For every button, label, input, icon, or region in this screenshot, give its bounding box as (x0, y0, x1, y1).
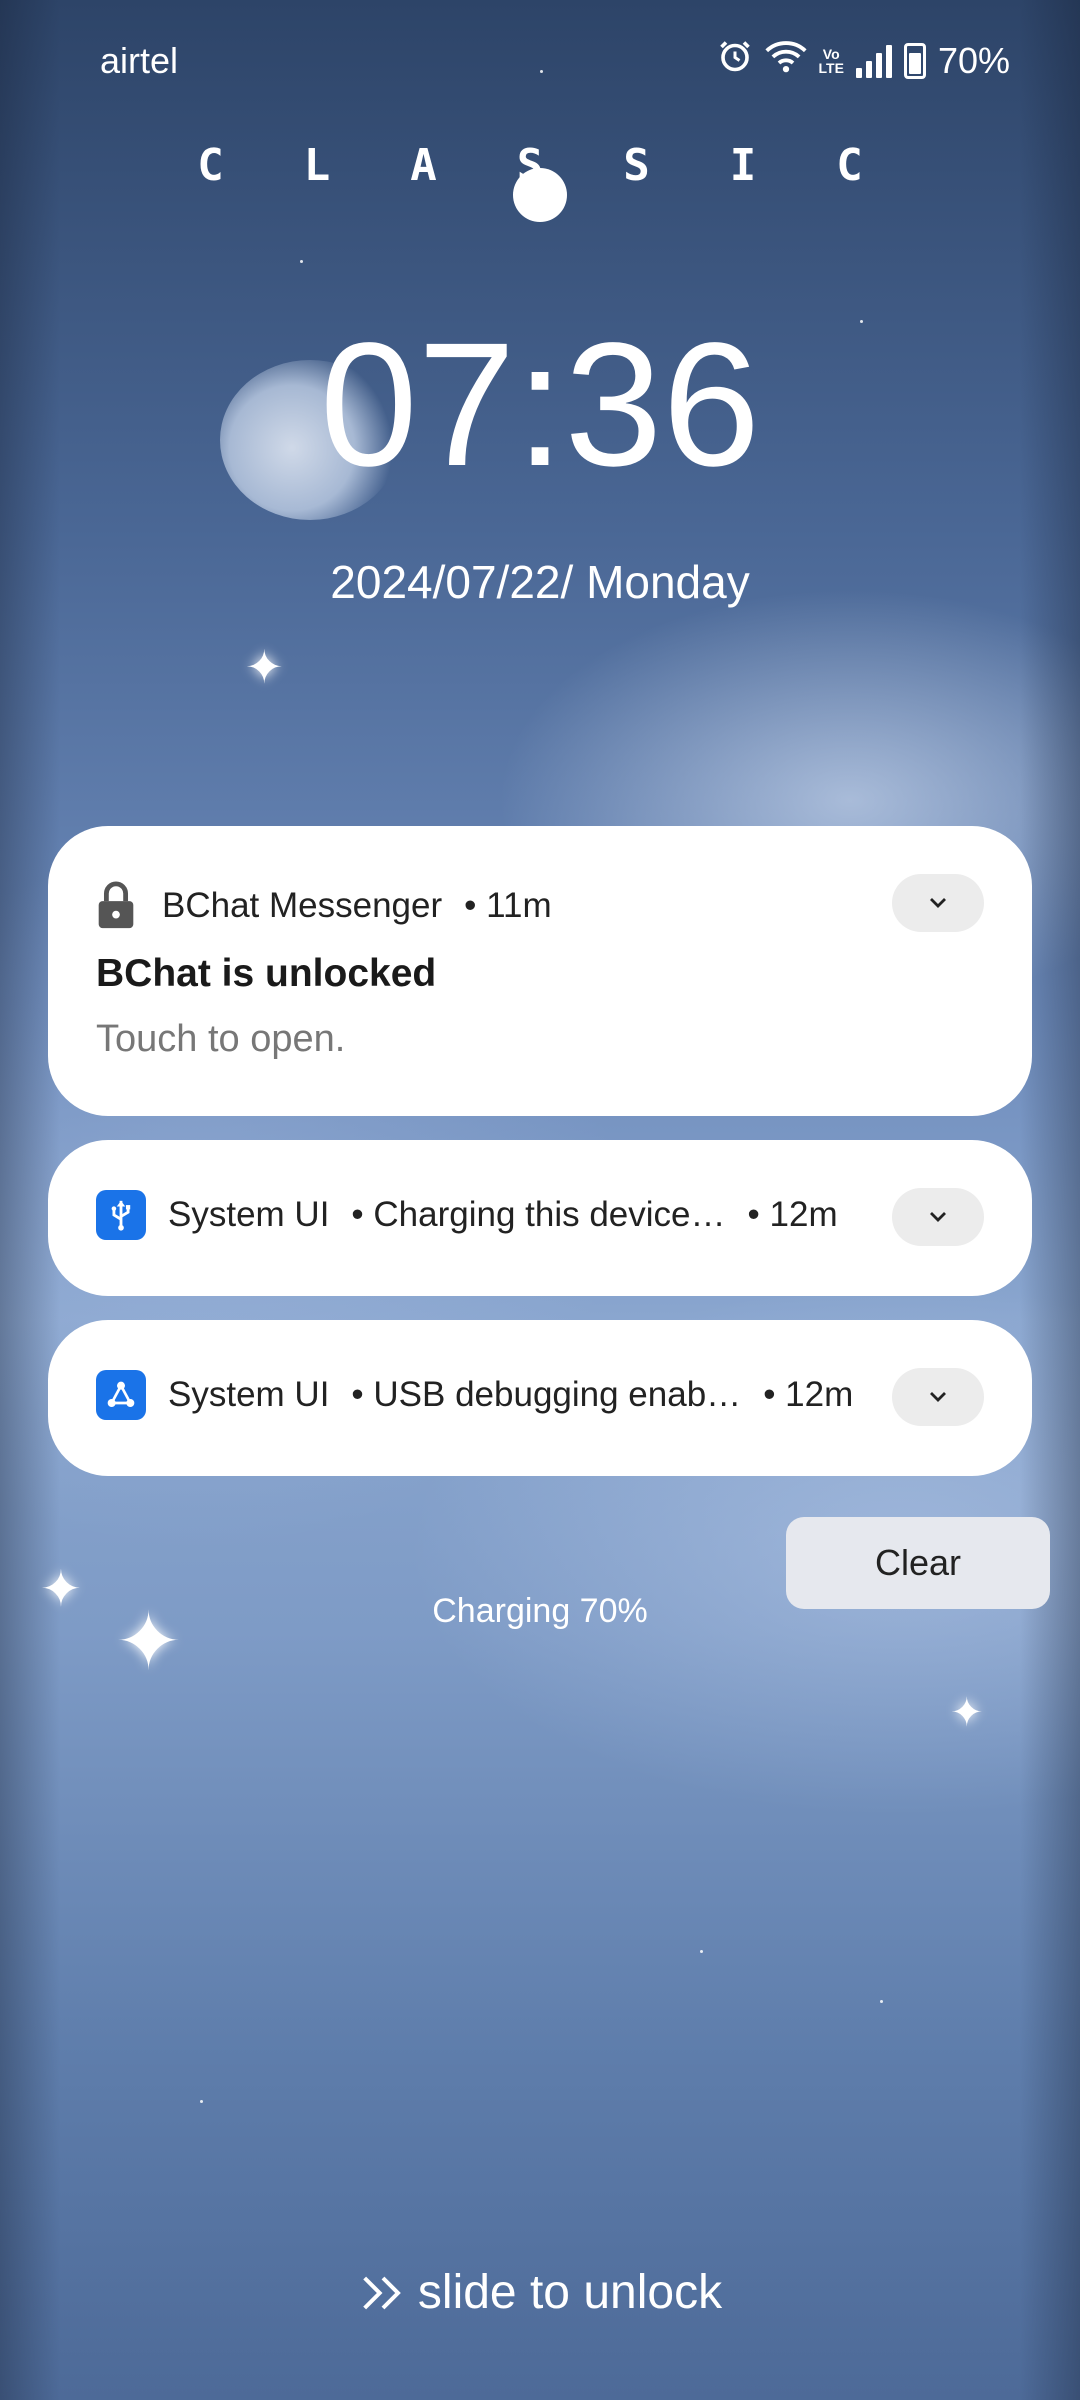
charging-status: Charging 70% (432, 1592, 648, 1630)
wallpaper-dot (700, 1950, 703, 1953)
wallpaper-star: ✦ (950, 1691, 984, 1735)
expand-button[interactable] (892, 1188, 984, 1246)
signal-icon (855, 44, 892, 78)
notification-app-name: System UI (168, 1195, 330, 1234)
slide-to-unlock[interactable]: slide to unlock (0, 2265, 1080, 2320)
status-bar: airtel Vo LTE 70% (0, 0, 1080, 120)
lock-icon (96, 880, 140, 932)
usb-icon (96, 1190, 146, 1240)
slide-to-unlock-label: slide to unlock (417, 2266, 723, 2319)
front-camera-cutout (513, 168, 567, 222)
volte-icon: Vo LTE (819, 47, 844, 75)
notification-app-name: BChat Messenger (162, 886, 443, 925)
lock-date: 2024/07/22/ Monday (330, 556, 750, 608)
status-icons: Vo LTE 70% (717, 38, 1010, 83)
expand-button[interactable] (892, 1368, 984, 1426)
notification-bchat[interactable]: BChat Messenger • 11m BChat is unlocked … (48, 826, 1032, 1116)
notification-summary: • USB debugging enab… (351, 1375, 742, 1414)
double-chevron-right-icon (363, 2276, 401, 2309)
notification-body: Touch to open. (96, 1018, 346, 1060)
notification-time: • 12m (763, 1375, 854, 1414)
carrier-name: airtel (100, 40, 179, 81)
notification-usb-debugging[interactable]: System UI • USB debugging enab… • 12m (48, 1320, 1032, 1476)
chevron-down-icon (930, 1212, 946, 1222)
alarm-icon (717, 38, 753, 83)
notification-header: System UI • USB debugging enab… • 12m (96, 1370, 853, 1420)
notification-time: • 12m (747, 1195, 838, 1234)
usb-debug-icon (96, 1370, 146, 1420)
battery-charging-icon (903, 42, 926, 79)
notification-summary: • Charging this device… (351, 1195, 726, 1234)
wallpaper-star: ✦ (245, 641, 284, 693)
battery-percentage: 70% (937, 39, 1010, 81)
wallpaper-dot (300, 260, 303, 263)
notification-charging[interactable]: System UI • Charging this device… • 12m (48, 1140, 1032, 1296)
notification-title: BChat is unlocked (96, 952, 437, 995)
notification-time: • 11m (464, 886, 552, 925)
notification-header: BChat Messenger • 11m (96, 880, 552, 932)
volte-top-label: Vo (822, 45, 840, 62)
expand-button[interactable] (892, 874, 984, 932)
wifi-icon (764, 38, 807, 83)
notification-app-name: System UI (168, 1375, 330, 1414)
wallpaper-dot (880, 2000, 883, 2003)
volte-bottom-label: LTE (818, 59, 844, 76)
wallpaper-dot (200, 2100, 203, 2103)
lock-clock: 07:36 (319, 307, 761, 503)
chevron-down-icon (930, 1392, 946, 1402)
notification-header: System UI • Charging this device… • 12m (96, 1190, 838, 1240)
chevron-down-icon (930, 898, 946, 908)
